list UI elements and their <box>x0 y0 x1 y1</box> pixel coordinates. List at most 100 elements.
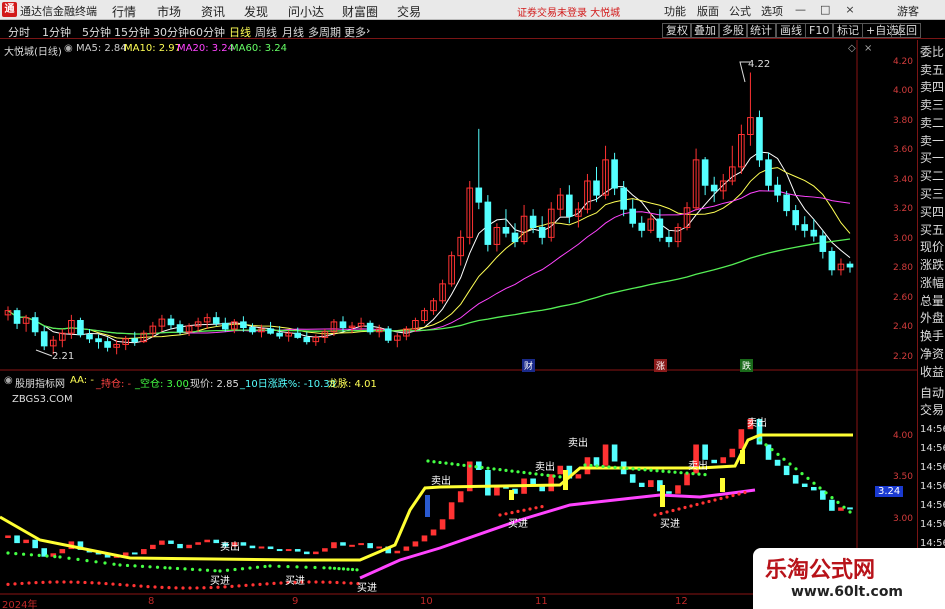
indicator-settings-icon[interactable]: ◉ <box>4 375 13 386</box>
candle-body <box>104 341 111 348</box>
green-dot <box>492 467 496 471</box>
indicator-bar <box>258 546 265 549</box>
green-dot <box>655 469 659 473</box>
green-dot <box>589 463 593 468</box>
event-zhang[interactable]: 涨 <box>654 359 668 372</box>
buy-signal: 买进 <box>508 519 528 530</box>
green-dot <box>37 553 41 558</box>
indicator-bar <box>358 543 364 546</box>
indicator-bar <box>131 552 138 555</box>
sidebar-item[interactable]: 买五 <box>920 224 944 236</box>
red-dot <box>279 581 283 585</box>
green-dot <box>346 567 350 571</box>
green-dot <box>637 467 641 471</box>
green-dot <box>6 551 10 555</box>
candle-body <box>846 263 854 268</box>
candle-body <box>801 224 809 231</box>
candle-body <box>40 331 48 347</box>
indicator-bar <box>32 539 38 549</box>
indicator-bar <box>485 470 491 496</box>
indicator-bar <box>765 444 772 460</box>
indicator-bar <box>322 548 328 552</box>
green-dot <box>198 568 202 572</box>
indicator-bar <box>5 535 11 538</box>
green-dot <box>45 554 49 558</box>
green-dot <box>800 472 804 476</box>
green-dot <box>516 470 520 474</box>
green-dot <box>341 567 346 571</box>
sidebar-item[interactable]: 净资 <box>920 348 944 360</box>
sidebar-item[interactable]: 卖一 <box>920 135 944 147</box>
sidebar-item[interactable]: 涨幅 <box>920 277 944 289</box>
sidebar-item[interactable]: 卖五 <box>920 64 944 76</box>
red-dot <box>719 496 723 501</box>
green-dot <box>205 568 210 572</box>
candle-body <box>167 318 175 326</box>
close-panel-icon[interactable]: × <box>864 43 872 54</box>
candle-body <box>303 336 311 343</box>
green-dot <box>625 466 629 470</box>
price-axis-tick: 4.20 <box>892 57 913 67</box>
sidebar-item[interactable]: 换手 <box>920 330 944 342</box>
green-dot <box>703 473 707 477</box>
green-dot <box>355 568 359 572</box>
sidebar-item[interactable]: 交易 <box>920 404 944 416</box>
green-dot <box>788 462 792 466</box>
green-dot <box>175 566 180 571</box>
low-price-mark: 2.21 <box>52 351 75 362</box>
indicator-bar <box>349 544 355 547</box>
sidebar-item[interactable]: 卖二 <box>920 117 944 129</box>
indicator-bar <box>829 499 835 511</box>
price-axis-tick: 2.80 <box>892 263 913 273</box>
sidebar-item[interactable]: 买三 <box>920 188 944 200</box>
candle-body <box>529 215 537 229</box>
candle-body <box>710 184 718 192</box>
indicator-bar <box>801 483 808 487</box>
sidebar-item[interactable]: 买四 <box>920 206 944 218</box>
red-dot <box>335 580 339 585</box>
green-dot <box>522 470 526 475</box>
sidebar-item[interactable]: 收益 <box>920 366 944 378</box>
sidebar-item[interactable]: 总量 <box>920 295 944 307</box>
green-dot <box>673 470 677 474</box>
expand-icon[interactable]: ◇ <box>848 43 856 54</box>
red-dot <box>737 492 741 496</box>
green-dot <box>758 438 762 442</box>
red-dot <box>743 490 747 495</box>
red-dot <box>713 498 717 502</box>
sidebar-item[interactable]: 涨跌 <box>920 259 944 271</box>
green-dot <box>163 566 167 570</box>
green-dot <box>631 467 635 471</box>
green-dot <box>643 468 647 472</box>
settings-gear-icon[interactable]: ◉ <box>64 43 73 54</box>
sidebar-item[interactable]: 卖四 <box>920 81 944 93</box>
red-dot <box>90 581 94 585</box>
event-cai[interactable]: 财 <box>522 359 536 372</box>
sidebar-item[interactable]: 买二 <box>920 170 944 182</box>
price-axis-tick: 3.60 <box>892 145 913 155</box>
red-dot <box>707 499 711 504</box>
event-die[interactable]: 跌 <box>740 359 754 372</box>
indicator-bar <box>783 465 790 476</box>
green-dot <box>85 559 89 563</box>
indicator-bar <box>168 540 174 544</box>
sidebar-item[interactable]: 卖三 <box>920 99 944 111</box>
indicator-bar <box>847 507 853 510</box>
red-dot <box>174 586 178 590</box>
candle-body <box>221 322 229 330</box>
price-axis-tick: 2.40 <box>892 322 913 332</box>
sidebar-item[interactable]: 买一 <box>920 152 944 164</box>
green-dot <box>140 564 145 568</box>
sidebar-item[interactable]: 现价 <box>920 241 944 253</box>
red-dot <box>725 495 729 499</box>
green-dot <box>776 452 780 456</box>
red-dot <box>188 586 192 590</box>
sidebar-item[interactable]: 委比 <box>920 46 944 58</box>
sidebar-item[interactable]: 外盘 <box>920 312 944 324</box>
kline-chart[interactable] <box>0 0 945 609</box>
indicator-bar <box>150 544 156 550</box>
sidebar-item[interactable]: 自动 <box>920 387 944 399</box>
indicator-bar <box>340 542 346 546</box>
green-dot <box>679 471 683 475</box>
param-10day-change: _10日涨跌%: -10.38 <box>240 379 337 390</box>
